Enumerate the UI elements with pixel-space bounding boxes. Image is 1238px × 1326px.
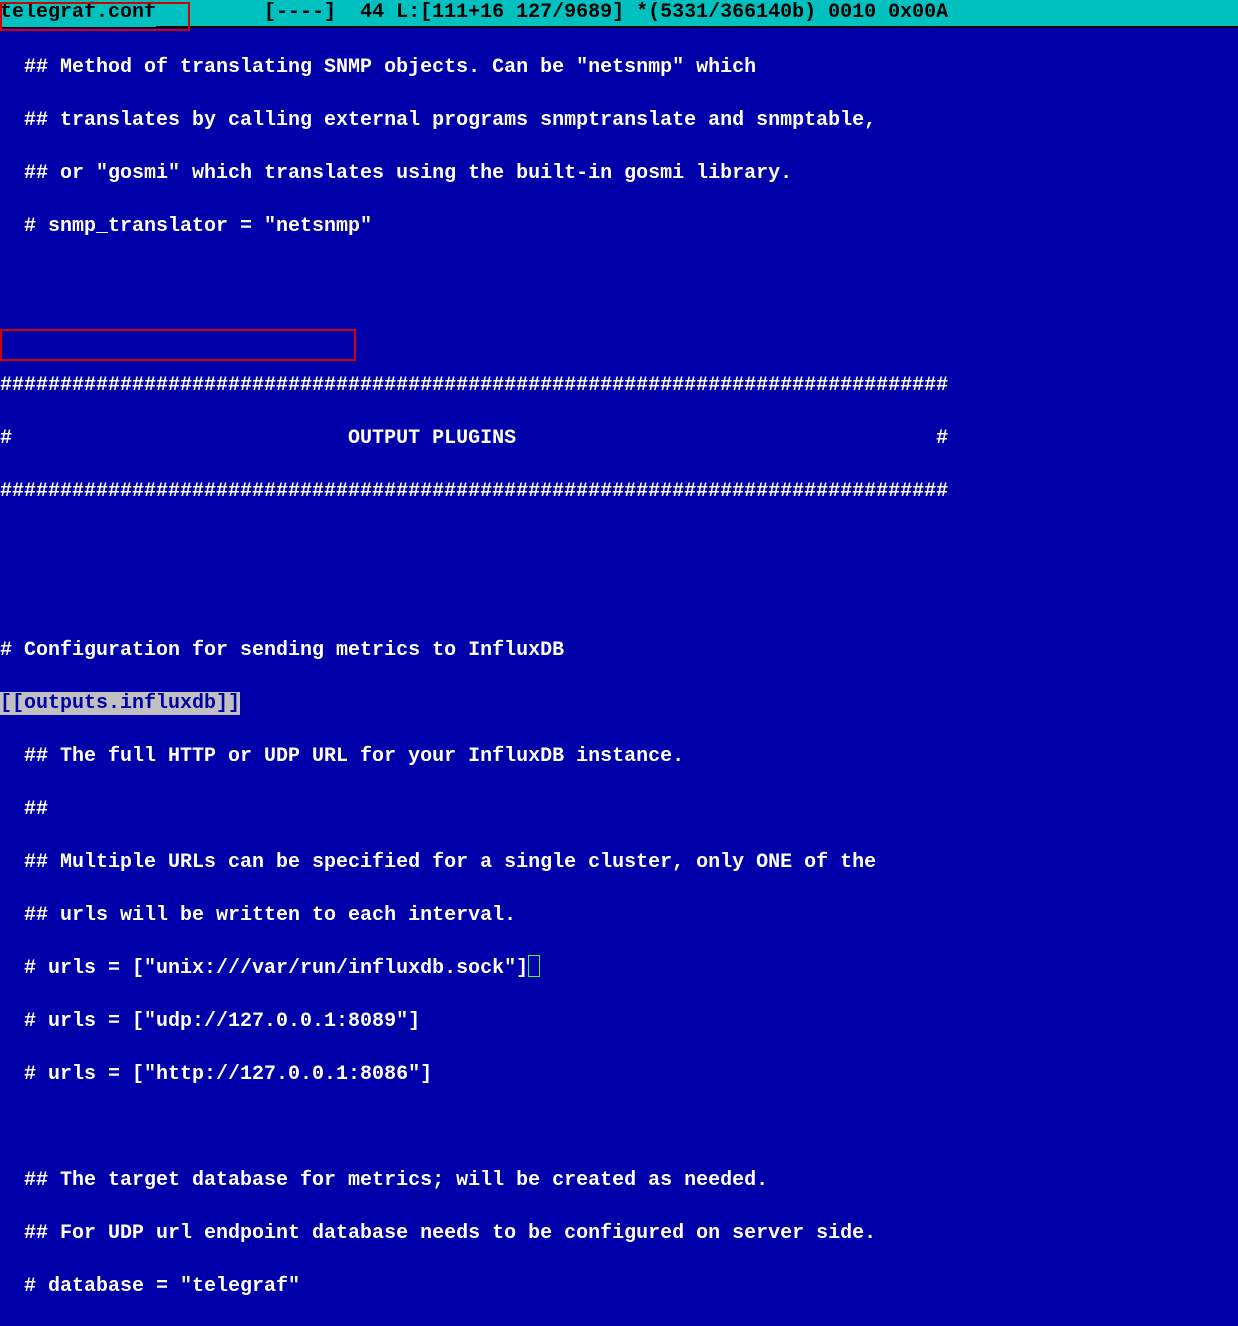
code-line: ## translates by calling external progra… (0, 107, 1238, 134)
section-header-outputs: [[outputs.influxdb]] (0, 692, 240, 715)
code-line (0, 1114, 1238, 1141)
code-text: # urls = ["unix:///var/run/influxdb.sock… (0, 957, 528, 980)
code-line: ########################################… (0, 478, 1238, 505)
code-line: ## The target database for metrics; will… (0, 1167, 1238, 1194)
code-line: # OUTPUT PLUGINS # (0, 425, 1238, 452)
editor-area[interactable]: ## Method of translating SNMP objects. C… (0, 28, 1238, 1326)
code-line: ## Method of translating SNMP objects. C… (0, 54, 1238, 81)
code-line: ## or "gosmi" which translates using the… (0, 160, 1238, 187)
text-cursor (528, 955, 540, 977)
code-line: ## urls will be written to each interval… (0, 902, 1238, 929)
code-line: ## Multiple URLs can be specified for a … (0, 849, 1238, 876)
code-line: ## The full HTTP or UDP URL for your Inf… (0, 743, 1238, 770)
code-line: # urls = ["http://127.0.0.1:8086"] (0, 1061, 1238, 1088)
code-line: ########################################… (0, 372, 1238, 399)
code-line (0, 266, 1238, 293)
code-line (0, 584, 1238, 611)
code-line: # urls = ["udp://127.0.0.1:8089"] (0, 1008, 1238, 1035)
code-line: # database = "telegraf" (0, 1273, 1238, 1300)
code-line (0, 319, 1238, 346)
code-line: # Configuration for sending metrics to I… (0, 637, 1238, 664)
titlebar-content: telegraf.conf [----] 44 L:[111+16 127/96… (0, 0, 1238, 26)
code-line: ## (0, 796, 1238, 823)
code-line: # snmp_translator = "netsnmp" (0, 213, 1238, 240)
filename: telegraf.conf (0, 0, 156, 27)
code-line: # urls = ["unix:///var/run/influxdb.sock… (0, 955, 1238, 982)
editor-titlebar: telegraf.conf [----] 44 L:[111+16 127/96… (0, 0, 1238, 28)
code-line: [[outputs.influxdb]] (0, 690, 1238, 717)
code-line (0, 531, 1238, 558)
code-line: ## For UDP url endpoint database needs t… (0, 1220, 1238, 1247)
editor-status: [----] 44 L:[111+16 127/9689] *(5331/366… (156, 0, 948, 27)
